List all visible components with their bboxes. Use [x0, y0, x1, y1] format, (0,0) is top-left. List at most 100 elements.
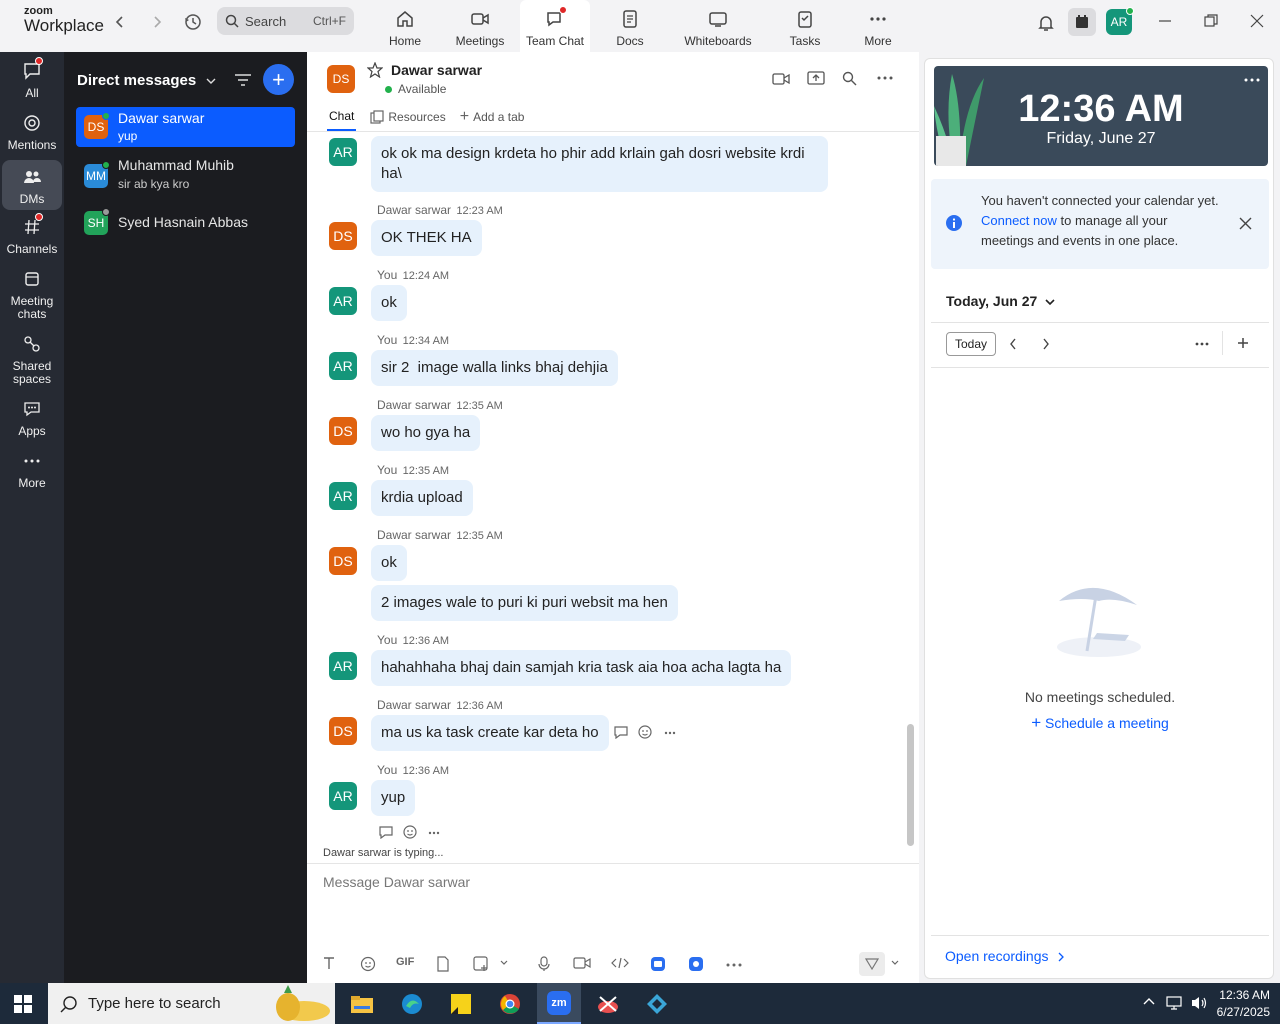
nav-more[interactable]: More	[2, 450, 62, 490]
calendar-more-icon[interactable]	[1195, 342, 1209, 346]
search-icon	[225, 14, 239, 28]
tab-home[interactable]: Home	[370, 0, 440, 52]
minimize-icon[interactable]	[1158, 14, 1172, 28]
file-icon[interactable]	[436, 956, 450, 972]
search-bar[interactable]: Search Ctrl+F	[217, 7, 354, 35]
screenshot-icon[interactable]	[473, 956, 489, 972]
nav-mentions[interactable]: Mentions	[2, 112, 62, 152]
calendar-panel-icon[interactable]	[1068, 8, 1096, 36]
prev-day-icon[interactable]	[1009, 338, 1017, 350]
chevron-down-icon[interactable]	[500, 960, 508, 966]
edge-icon[interactable]	[390, 983, 434, 1024]
share-screen-icon[interactable]	[807, 70, 825, 86]
avatar: AR	[329, 287, 357, 315]
file-explorer-icon[interactable]	[340, 983, 384, 1024]
forward-icon[interactable]	[150, 14, 164, 30]
connect-now-link[interactable]: Connect now	[981, 213, 1057, 228]
emoji-icon[interactable]	[360, 956, 376, 972]
history-icon[interactable]	[183, 12, 203, 32]
message-more-icon[interactable]	[428, 831, 440, 835]
filter-icon[interactable]	[234, 72, 252, 88]
video-message-icon[interactable]	[573, 956, 591, 970]
windows-start-icon[interactable]	[14, 995, 32, 1013]
close-window-icon[interactable]	[1250, 14, 1264, 28]
clock-more-icon[interactable]	[1244, 78, 1260, 82]
tab-whiteboards[interactable]: Whiteboards	[682, 0, 754, 52]
header-avatar[interactable]: DS	[327, 65, 355, 93]
more-options-icon[interactable]	[877, 76, 893, 80]
video-call-icon[interactable]	[772, 72, 790, 86]
app-icon-blue-2[interactable]	[688, 956, 704, 972]
bell-icon[interactable]	[1036, 13, 1056, 33]
dm-item-syed-hasnain-abbas[interactable]: SH Syed Hasnain Abbas	[76, 203, 295, 243]
schedule-meeting-link[interactable]: + Schedule a meeting	[925, 713, 1275, 733]
tab-more[interactable]: More	[843, 0, 913, 52]
taskbar-search[interactable]: Type here to search	[48, 983, 335, 1024]
nav-all[interactable]: All	[2, 57, 62, 100]
send-button[interactable]	[859, 952, 885, 976]
taskbar-clock[interactable]: 12:36 AM 6/27/2025	[1210, 987, 1270, 1021]
unread-dot	[559, 6, 567, 14]
app-icon-blue[interactable]	[650, 956, 666, 972]
open-recordings-link[interactable]: Open recordings	[945, 948, 1065, 964]
remote-app-icon[interactable]	[635, 983, 679, 1024]
emoji-reaction-icon[interactable]	[637, 724, 653, 740]
new-chat-button[interactable]: +	[263, 64, 294, 95]
snipping-tool-icon[interactable]	[586, 983, 630, 1024]
calendar-panel: 12:36 AM Friday, June 27 You haven't con…	[924, 58, 1274, 979]
microphone-icon[interactable]	[538, 956, 550, 972]
day-header[interactable]: Today, Jun 27	[946, 293, 1055, 309]
system-tray-up-icon[interactable]	[1143, 997, 1155, 1005]
tab-team-chat[interactable]: Team Chat	[520, 0, 590, 52]
tab-resources[interactable]: Resources	[370, 110, 446, 130]
add-event-icon[interactable]	[1237, 337, 1249, 349]
reply-icon[interactable]	[378, 825, 394, 839]
message-meta: You 12:36 AM	[377, 633, 449, 647]
tab-docs[interactable]: Docs	[595, 0, 665, 52]
search-icon	[60, 995, 78, 1013]
doc-icon	[620, 10, 640, 28]
message-more-icon[interactable]	[664, 731, 676, 735]
zoom-taskbar-icon[interactable]: zm	[537, 983, 581, 1024]
search-icon[interactable]	[842, 71, 857, 86]
restore-icon[interactable]	[1204, 14, 1218, 28]
chrome-icon[interactable]	[488, 983, 532, 1024]
gif-button[interactable]: GIF	[396, 956, 414, 968]
nav-dms[interactable]: DMs	[2, 160, 62, 210]
volume-icon[interactable]	[1190, 995, 1208, 1011]
tab-meetings[interactable]: Meetings	[445, 0, 515, 52]
tab-chat[interactable]: Chat	[327, 109, 357, 131]
sticky-notes-icon[interactable]	[439, 983, 483, 1024]
tab-tasks[interactable]: Tasks	[770, 0, 840, 52]
sender-name: Dawar sarwar	[377, 203, 452, 217]
dm-item-dawar-sarwar[interactable]: DS Dawar sarwar yup	[76, 107, 295, 147]
network-icon[interactable]	[1166, 995, 1182, 1011]
chevron-down-icon[interactable]	[891, 960, 899, 966]
back-icon[interactable]	[113, 14, 127, 30]
dm-item-muhammad-muhib[interactable]: MM Muhammad Muhib sir ab kya kro	[76, 154, 295, 194]
scrollbar[interactable]	[907, 724, 914, 846]
format-text-icon[interactable]	[322, 956, 336, 970]
presence-dot	[385, 85, 392, 93]
clock-date: Friday, June 27	[1046, 130, 1156, 147]
tab-add[interactable]: + Add a tab	[460, 108, 525, 132]
nav-apps[interactable]: Apps	[2, 398, 62, 438]
emoji-reaction-icon[interactable]	[402, 824, 418, 840]
message-time: 12:34 AM	[402, 335, 450, 347]
chat-contact-name[interactable]: Dawar sarwar	[391, 62, 482, 78]
message-time: 12:35 AM	[456, 530, 503, 542]
message-input[interactable]: Message Dawar sarwar	[323, 874, 903, 934]
star-icon[interactable]	[367, 62, 383, 78]
nav-shared-spaces[interactable]: Shared spaces	[2, 333, 62, 386]
code-snippet-icon[interactable]	[611, 956, 629, 970]
reply-icon[interactable]	[613, 725, 629, 739]
top-bar: zoom Workplace Search Ctrl+F Home Meetin…	[0, 0, 1280, 52]
nav-channels[interactable]: Channels	[2, 213, 62, 256]
next-day-icon[interactable]	[1042, 338, 1050, 350]
today-button[interactable]: Today	[946, 332, 997, 356]
chat-contact-status: Available	[385, 82, 446, 96]
more-tools-icon[interactable]	[726, 963, 742, 967]
nav-meeting-chats[interactable]: Meeting chats	[2, 268, 62, 321]
close-icon[interactable]	[1239, 217, 1252, 230]
dm-panel-title[interactable]: Direct messages	[77, 72, 216, 89]
